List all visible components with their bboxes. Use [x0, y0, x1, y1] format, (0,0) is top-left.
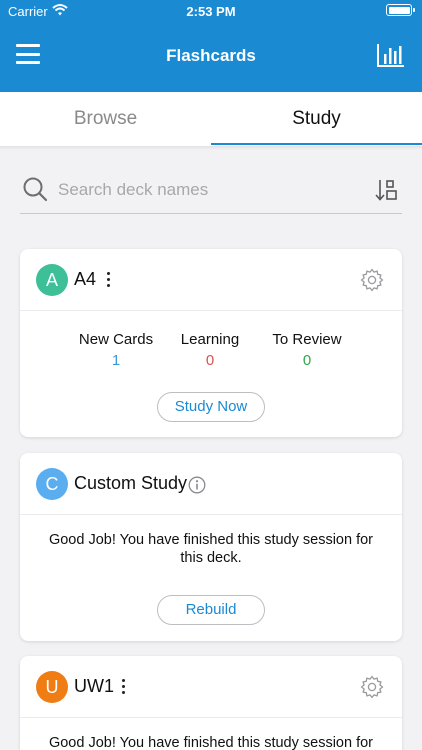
battery-icon — [386, 4, 415, 16]
sort-icon[interactable] — [374, 178, 398, 202]
stat-label: To Review — [272, 331, 342, 348]
status-bar: Carrier 2:53 PM — [0, 0, 422, 22]
nav-bar: Flashcards — [0, 22, 422, 92]
deck-card-header: A A4 — [20, 249, 402, 311]
stat-value: 0 — [205, 352, 215, 369]
tab-study[interactable]: Study — [211, 92, 422, 146]
search-bar — [20, 168, 402, 214]
stat-new-cards: New Cards 1 — [76, 331, 156, 369]
search-icon — [23, 177, 48, 202]
deck-avatar: A — [36, 264, 68, 296]
deck-options-icon[interactable] — [120, 679, 126, 695]
stat-value: 0 — [302, 352, 312, 369]
study-now-button[interactable]: Study Now — [157, 392, 265, 422]
bar-chart-icon[interactable] — [376, 42, 406, 68]
session-complete-message: Good Job! You have finished this study s… — [48, 532, 374, 566]
status-time: 2:53 PM — [186, 4, 236, 19]
deck-name[interactable]: UW1 — [74, 676, 114, 697]
deck-stats: New Cards 1 Learning 0 To Review 0 — [20, 311, 402, 371]
stat-learning: Learning 0 — [174, 331, 246, 369]
tab-bar: Browse Study — [0, 92, 422, 146]
stat-value: 1 — [111, 352, 121, 369]
gear-icon[interactable] — [360, 675, 384, 699]
deck-options-icon[interactable] — [105, 272, 111, 288]
stat-label: Learning — [180, 331, 240, 348]
page-title: Flashcards — [166, 46, 256, 65]
deck-name[interactable]: A4 — [74, 269, 96, 290]
tab-browse[interactable]: Browse — [0, 92, 211, 146]
rebuild-button[interactable]: Rebuild — [157, 595, 265, 625]
deck-card-custom-study: C Custom Study Good Job! You have finish… — [20, 453, 402, 641]
deck-name[interactable]: Custom Study — [74, 473, 187, 494]
deck-card-header: C Custom Study — [20, 453, 402, 515]
deck-card-uw1: U UW1 Good Job! You have finished this s… — [20, 656, 402, 750]
deck-card-header: U UW1 — [20, 656, 402, 718]
stat-label: New Cards — [78, 331, 154, 348]
info-icon[interactable] — [188, 476, 206, 494]
deck-avatar: U — [36, 671, 68, 703]
session-complete-message: Good Job! You have finished this study s… — [48, 735, 374, 750]
active-tab-indicator — [211, 143, 422, 145]
gear-icon[interactable] — [360, 268, 384, 292]
deck-card-a4: A A4 New Cards 1 Learning 0 To Review 0 … — [20, 249, 402, 437]
top-bar: Carrier 2:53 PM Flashcards — [0, 0, 422, 92]
search-input[interactable] — [58, 176, 358, 204]
deck-avatar: C — [36, 468, 68, 500]
tab-bar-shadow — [0, 146, 422, 150]
stat-to-review: To Review 0 — [262, 331, 352, 369]
